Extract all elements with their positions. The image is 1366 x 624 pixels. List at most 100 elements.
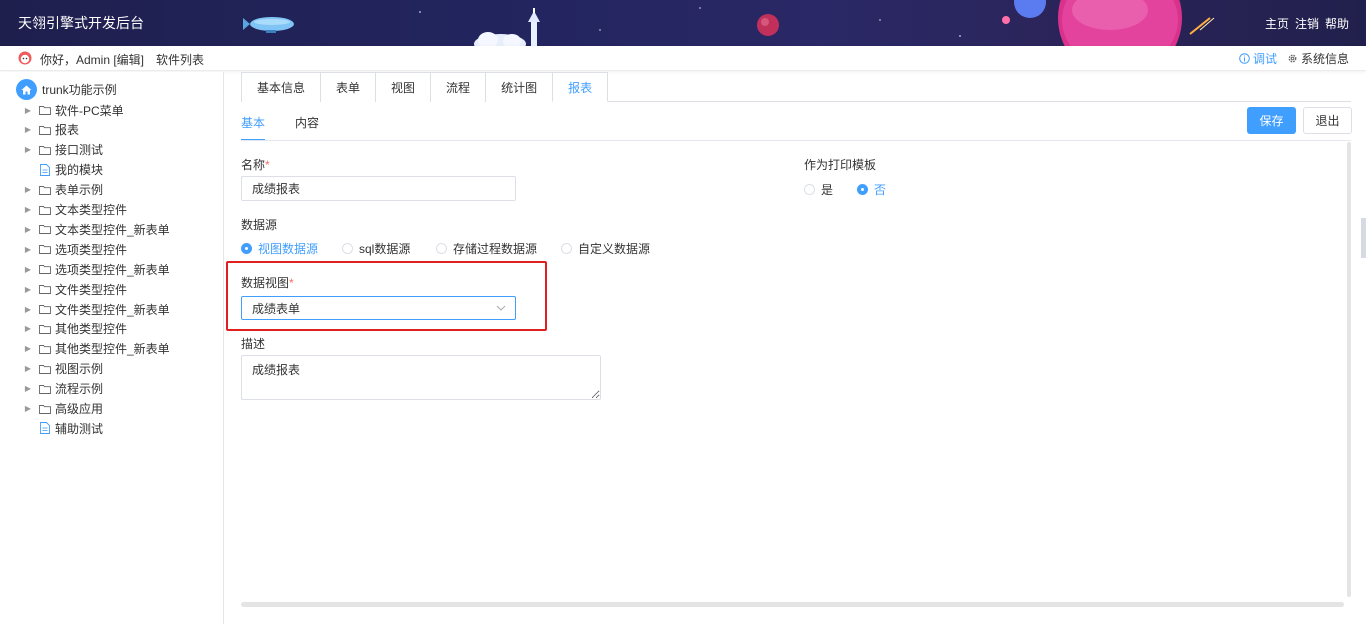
expand-caret-icon[interactable]: ▶ — [23, 324, 33, 333]
tab-chart[interactable]: 统计图 — [485, 72, 554, 102]
folder-icon — [37, 303, 53, 315]
save-button[interactable]: 保存 — [1247, 107, 1296, 134]
expand-caret-icon[interactable]: ▶ — [23, 285, 33, 294]
tree-item[interactable]: ▶ 表单示例 — [23, 181, 103, 199]
datasource-label: 数据源 — [241, 218, 278, 232]
software-list-link[interactable]: 软件列表 — [156, 51, 204, 68]
greeting-text[interactable]: 你好，Admin [编辑] — [40, 51, 144, 68]
tree-item[interactable]: ▶ 软件-PC菜单 — [23, 101, 124, 119]
tree-item[interactable]: 辅助测试 — [23, 419, 103, 437]
tree-item-label: 我的模块 — [55, 163, 104, 178]
horizontal-scrollbar[interactable] — [241, 602, 1344, 607]
exit-button[interactable]: 退出 — [1303, 107, 1352, 134]
tree-root[interactable]: trunk功能示例 — [16, 79, 117, 100]
tab-basic-info[interactable]: 基本信息 — [241, 72, 322, 102]
tree-item[interactable]: ▶ 其他类型控件_新表单 — [23, 340, 170, 358]
radio-circle — [241, 243, 252, 254]
subtab-content[interactable]: 内容 — [295, 106, 319, 141]
expand-caret-icon[interactable]: ▶ — [23, 384, 33, 393]
tree-item-label: 文本类型控件_新表单 — [55, 222, 170, 237]
chevron-down-icon — [496, 305, 506, 311]
tab-form[interactable]: 表单 — [320, 72, 377, 102]
app-title: 天翎引擎式开发后台 — [18, 15, 144, 31]
print-template-label: 作为打印模板 — [804, 158, 877, 172]
tree-item[interactable]: ▶ 视图示例 — [23, 360, 103, 378]
tree-item-label: 文件类型控件_新表单 — [55, 302, 170, 317]
tree-item[interactable]: ▶ 选项类型控件_新表单 — [23, 260, 170, 278]
expand-caret-icon[interactable]: ▶ — [23, 205, 33, 214]
tree-item[interactable]: ▶ 流程示例 — [23, 380, 103, 398]
tab-report[interactable]: 报表 — [552, 72, 609, 102]
expand-caret-icon[interactable]: ▶ — [23, 344, 33, 353]
tree-item[interactable]: ▶ 文件类型控件_新表单 — [23, 300, 170, 318]
tab-flow[interactable]: 流程 — [430, 72, 487, 102]
tree-item[interactable]: ▶ 文本类型控件 — [23, 201, 127, 219]
expand-caret-icon[interactable]: ▶ — [23, 125, 33, 134]
expand-caret-icon[interactable]: ▶ — [23, 265, 33, 274]
folder-icon — [37, 363, 53, 375]
debug-label: 调试 — [1252, 52, 1277, 66]
tree-item[interactable]: ▶ 其他类型控件 — [23, 320, 127, 338]
expand-caret-icon[interactable]: ▶ — [23, 364, 33, 373]
tree-item[interactable]: ▶ 报表 — [23, 121, 79, 139]
datasource-custom-radio[interactable]: 自定义数据源 — [561, 240, 650, 257]
file-icon — [37, 163, 53, 176]
folder-icon — [37, 144, 53, 156]
tab-bar: 基本信息 表单 视图 流程 统计图 报表 — [241, 72, 1351, 102]
system-info-button[interactable]: 系统信息 — [1287, 50, 1349, 67]
radio-circle — [561, 243, 572, 254]
tree-item-label: 接口测试 — [55, 143, 104, 158]
radio-circle — [342, 243, 353, 254]
tree-item-label: 高级应用 — [55, 402, 104, 416]
expand-caret-icon[interactable]: ▶ — [23, 245, 33, 254]
tree-item-label: 其他类型控件 — [55, 322, 128, 337]
folder-icon — [37, 204, 53, 216]
header-decoration — [243, 0, 1215, 46]
tree-item-label: 报表 — [55, 123, 80, 138]
expand-caret-icon[interactable]: ▶ — [23, 225, 33, 234]
tree-item[interactable]: ▶ 选项类型控件 — [23, 240, 127, 258]
datasource-view-radio[interactable]: 视图数据源 — [241, 240, 318, 257]
folder-icon — [37, 223, 53, 235]
datasource-procedure-radio[interactable]: 存储过程数据源 — [436, 240, 537, 257]
debug-button[interactable]: 调试 — [1239, 50, 1277, 67]
expand-caret-icon[interactable]: ▶ — [23, 185, 33, 194]
page-scrollbar[interactable] — [1361, 218, 1366, 258]
tree-item-label: 辅助测试 — [55, 421, 104, 436]
dataview-select-value: 成绩表单 — [252, 301, 301, 316]
file-icon — [37, 422, 53, 435]
radio-circle — [804, 184, 815, 195]
top-links: 主页 注销 帮助 — [1265, 15, 1349, 32]
expand-caret-icon[interactable]: ▶ — [23, 145, 33, 154]
logout-link[interactable]: 注销 — [1295, 15, 1319, 32]
help-link[interactable]: 帮助 — [1325, 15, 1349, 32]
radio-circle — [857, 184, 868, 195]
description-textarea[interactable]: 成绩报表 — [241, 355, 601, 400]
expand-caret-icon[interactable]: ▶ — [23, 106, 33, 115]
tree-item[interactable]: 我的模块 — [23, 161, 103, 179]
tree-item-label: 其他类型控件_新表单 — [55, 342, 170, 357]
tree-item[interactable]: ▶ 接口测试 — [23, 141, 103, 159]
home-link[interactable]: 主页 — [1265, 15, 1289, 32]
gear-icon — [1288, 54, 1297, 63]
print-template-no-radio[interactable]: 否 — [857, 181, 886, 198]
print-template-yes-radio[interactable]: 是 — [804, 181, 833, 198]
main-panel: 基本信息 表单 视图 流程 统计图 报表 基本 内容 保存 退出 名称* 作为打… — [225, 72, 1366, 624]
name-input[interactable] — [241, 176, 516, 201]
vertical-scrollbar[interactable] — [1347, 142, 1351, 597]
folder-icon — [37, 383, 53, 395]
tree-item-label: 选项类型控件 — [55, 242, 128, 257]
tree-item-label: 软件-PC菜单 — [55, 103, 124, 118]
tree-item[interactable]: ▶ 高级应用 — [23, 400, 103, 418]
avatar-icon — [18, 51, 32, 65]
expand-caret-icon[interactable]: ▶ — [23, 404, 33, 413]
folder-icon — [37, 343, 53, 355]
name-label: 名称* — [241, 158, 270, 172]
dataview-select[interactable]: 成绩表单 — [241, 296, 516, 320]
subtab-basic[interactable]: 基本 — [241, 106, 266, 141]
tab-view[interactable]: 视图 — [375, 72, 432, 102]
tree-item[interactable]: ▶ 文件类型控件 — [23, 280, 127, 298]
expand-caret-icon[interactable]: ▶ — [23, 305, 33, 314]
tree-item[interactable]: ▶ 文本类型控件_新表单 — [23, 220, 170, 238]
datasource-sql-radio[interactable]: sql数据源 — [342, 240, 410, 257]
